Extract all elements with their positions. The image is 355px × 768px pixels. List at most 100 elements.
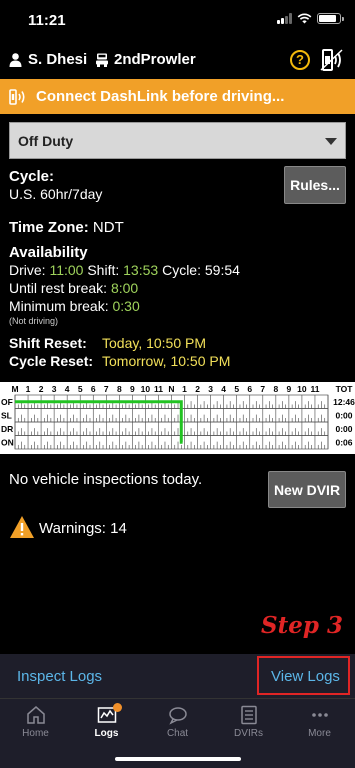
hour-label: 10 (141, 384, 151, 394)
hour-label: 4 (65, 384, 70, 394)
battery-icon (317, 13, 344, 24)
rest-break-row: Until rest break: 8:00 (9, 280, 138, 296)
driver-name: S. Dhesi (28, 51, 88, 68)
hos-log-grid[interactable]: M 1 2 3 4 5 6 7 8 9 10 11 N 1 2 3 4 5 6 7 8 9 10 11 TOT OF 12:46 SL… (0, 382, 355, 454)
hour-label: 4 (221, 384, 226, 394)
row-label: SL (1, 410, 12, 420)
cycle-avail-label: Cycle: (162, 262, 201, 278)
truck-icon (96, 53, 108, 67)
total-header: TOT (336, 384, 354, 394)
hour-label: 5 (78, 384, 83, 394)
tab-chat[interactable]: Chat (142, 705, 213, 739)
log-graph: M 1 2 3 4 5 6 7 8 9 10 11 N 1 2 3 4 5 6 7 8 9 10 11 TOTOF 12:46SL… (1, 384, 355, 450)
rules-button[interactable]: Rules... (284, 166, 346, 204)
shift-label: Shift: (87, 262, 120, 278)
status-time: 11:21 (28, 12, 66, 29)
hour-label: 2 (39, 384, 44, 394)
hour-label: 7 (104, 384, 109, 394)
step-annotation: Step 3 (261, 612, 343, 639)
log-actions-bar: Inspect Logs View Logs (0, 654, 355, 698)
shift-reset-label: Shift Reset: (9, 335, 87, 351)
hour-label: 5 (234, 384, 239, 394)
inspections-text: No vehicle inspections today. (9, 471, 203, 488)
hour-label: 11 (310, 384, 319, 394)
time-zone-value: NDT (92, 219, 124, 236)
tab-chat-label: Chat (166, 728, 189, 739)
warning-icon (10, 516, 34, 538)
drive-value: 11:00 (49, 262, 84, 278)
minimum-break-row: Minimum break: 0:30 (9, 298, 140, 314)
cycle-reset-value: Tomorrow, 10:50 PM (102, 353, 231, 369)
cellular-signal-icon (277, 13, 292, 24)
shift-value: 13:53 (123, 262, 159, 278)
hour-label: 6 (247, 384, 252, 394)
row-total: 0:06 (335, 437, 352, 447)
status-icons (277, 13, 344, 24)
cycle-label: Cycle: (9, 168, 55, 185)
row-label: ON (1, 437, 14, 447)
vehicle-selector[interactable]: 2ndProwler (96, 51, 196, 68)
logs-notification-badge (113, 703, 122, 712)
rest-break-label: Until rest break: (9, 280, 108, 296)
dashlink-disconnected-icon[interactable] (320, 48, 344, 72)
hour-label: M (11, 384, 18, 394)
hour-label: 10 (297, 384, 307, 394)
row-total: 0:00 (335, 410, 352, 420)
shift-reset-row: Shift Reset: (9, 335, 87, 351)
inspect-logs-link[interactable]: Inspect Logs (17, 668, 102, 685)
driver-selector[interactable]: S. Dhesi (9, 51, 87, 68)
tab-logs-label: Logs (94, 728, 119, 739)
tab-home[interactable]: Home (0, 705, 71, 739)
battery-level (319, 15, 337, 22)
hour-label: 8 (117, 384, 122, 394)
home-indicator (115, 757, 241, 761)
dvirs-icon (240, 705, 257, 725)
warnings-text[interactable]: Warnings: 14 (39, 520, 127, 537)
hour-label: 11 (154, 384, 163, 394)
hour-label: 3 (208, 384, 213, 394)
app-header: S. Dhesi 2ndProwler ? (0, 44, 355, 76)
tab-home-label: Home (22, 728, 49, 739)
tab-dvirs-label: DVIRs (234, 728, 263, 739)
hour-label: 2 (195, 384, 200, 394)
cycle-reset-label: Cycle Reset: (9, 353, 94, 369)
hour-label: 1 (182, 384, 187, 394)
hour-label: N (168, 384, 174, 394)
view-logs-highlight (257, 656, 350, 695)
hour-label: 7 (260, 384, 265, 394)
shift-reset-value: Today, 10:50 PM (102, 335, 207, 351)
minimum-break-value: 0:30 (112, 298, 140, 314)
tab-more[interactable]: More (284, 705, 355, 739)
cycle-avail-value: 59:54 (204, 262, 240, 278)
tab-dvirs[interactable]: DVIRs (213, 705, 284, 739)
hour-label: 9 (130, 384, 135, 394)
row-total: 12:46 (333, 397, 355, 407)
banner-text: Connect DashLink before driving... (36, 88, 285, 105)
chevron-down-icon (325, 138, 337, 145)
new-dvir-button[interactable]: New DVIR (268, 471, 346, 508)
chat-icon (168, 707, 187, 725)
tab-logs[interactable]: Logs (71, 703, 142, 739)
cycle-value: U.S. 60hr/7day (9, 186, 103, 202)
vehicle-name: 2ndProwler (114, 51, 196, 68)
status-bar: 11:21 (0, 0, 355, 40)
duty-status-value: Off Duty (18, 132, 74, 149)
time-zone-label: Time Zone: (9, 219, 89, 236)
minimum-break-label: Minimum break: (9, 298, 109, 314)
time-zone: Time Zone: NDT (9, 219, 124, 236)
home-icon (26, 706, 45, 724)
help-icon[interactable]: ? (290, 50, 310, 70)
duty-status-select[interactable]: Off Duty (9, 122, 346, 159)
dashlink-warning-banner[interactable]: Connect DashLink before driving... (0, 79, 355, 114)
row-label: DR (1, 424, 13, 434)
drive-label: Drive: (9, 262, 46, 278)
dashlink-icon (9, 88, 25, 105)
not-driving-note: (Not driving) (9, 316, 59, 326)
more-icon (311, 713, 328, 717)
row-total: 0:00 (335, 424, 352, 434)
hour-label: 9 (287, 384, 292, 394)
hour-label: 1 (26, 384, 31, 394)
tab-bar: Home Logs Chat DVIRs More (0, 698, 355, 768)
person-icon (9, 52, 22, 67)
row-label: OF (1, 397, 13, 407)
